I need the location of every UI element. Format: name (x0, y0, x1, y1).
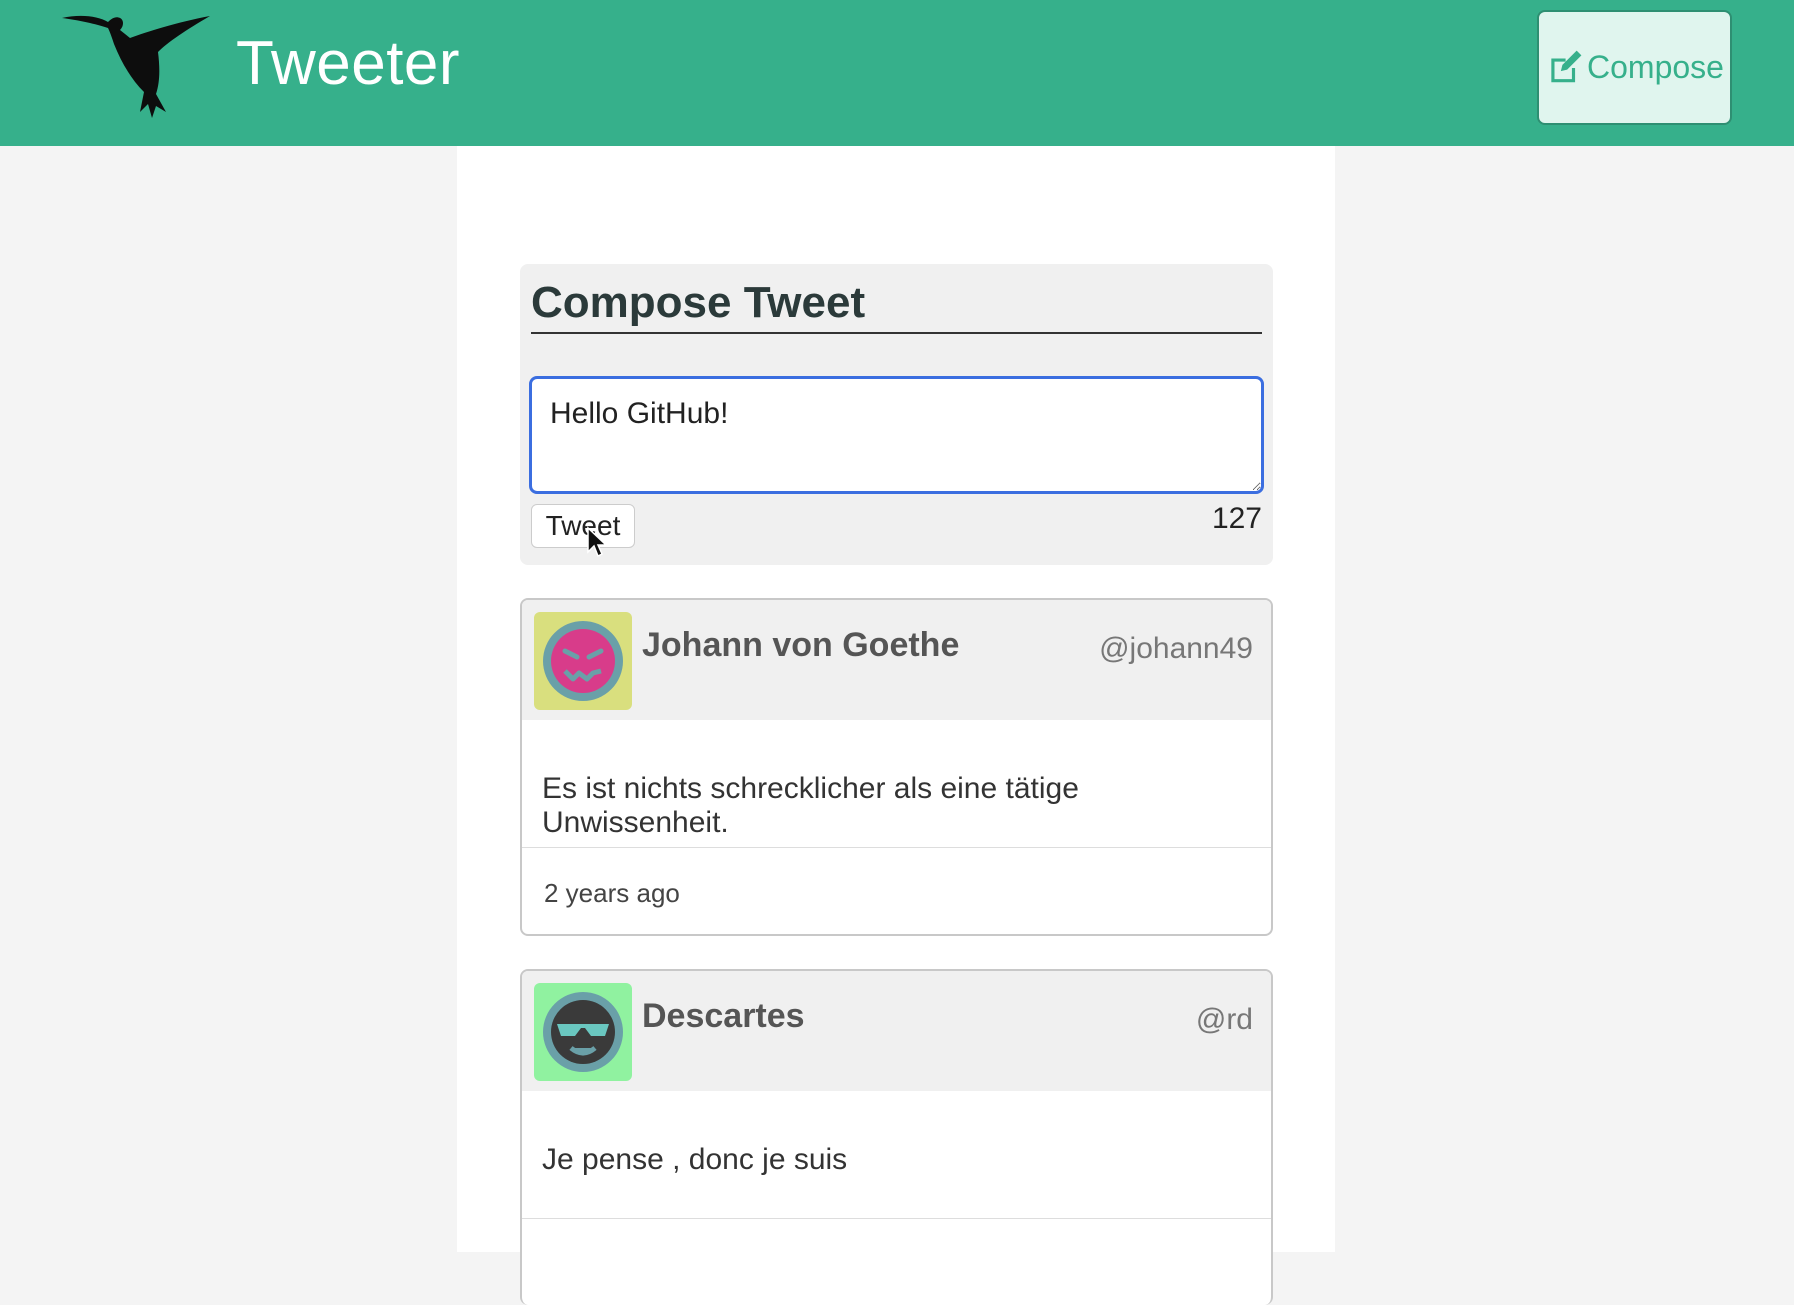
compose-button-label: Compose (1587, 49, 1724, 85)
navbar: Tweeter Compose (0, 0, 1794, 146)
char-counter: 127 (1211, 502, 1262, 535)
tweet-button[interactable]: Tweet (531, 504, 635, 548)
tweet-header: Descartes @rd (522, 971, 1271, 1091)
main-content: Compose Tweet Tweet 127 Johann von Goeth… (457, 146, 1335, 1305)
author-name: Descartes (642, 997, 805, 1035)
tweet-card: Descartes @rd Je pense , donc je suis (520, 969, 1273, 1305)
app-title: Tweeter (236, 29, 461, 98)
author-handle: @rd (1195, 1003, 1253, 1036)
tweet-timestamp (522, 1219, 1271, 1305)
sunglasses-face-icon (543, 992, 623, 1072)
compose-heading: Compose Tweet (531, 278, 1262, 334)
author-name: Johann von Goethe (642, 626, 960, 664)
tweet-content: Je pense , donc je suis (522, 1091, 1271, 1219)
mouse-cursor-icon (587, 526, 608, 558)
compose-button[interactable]: Compose (1537, 10, 1732, 125)
tweet-card: Johann von Goethe @johann49 Es ist nicht… (520, 598, 1273, 936)
edit-icon (1551, 50, 1582, 82)
tweet-timestamp: 2 years ago (544, 878, 680, 908)
tweet-input[interactable] (529, 376, 1264, 494)
hummingbird-icon (62, 15, 210, 119)
tweet-content: Es ist nichts schrecklicher als eine tät… (522, 720, 1271, 848)
tweet-header: Johann von Goethe @johann49 (522, 600, 1271, 720)
avatar (534, 983, 632, 1081)
devil-face-icon (543, 621, 623, 701)
avatar (534, 612, 632, 710)
compose-panel: Compose Tweet Tweet 127 (520, 264, 1273, 565)
author-handle: @johann49 (1099, 632, 1253, 665)
